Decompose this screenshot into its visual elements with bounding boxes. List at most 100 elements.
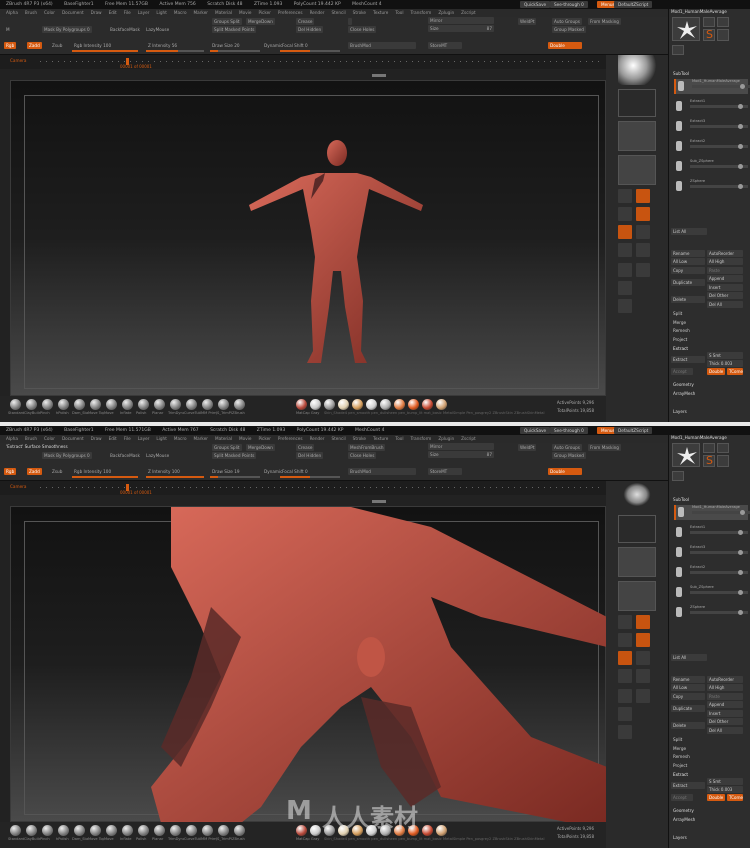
material-swatch[interactable] (408, 399, 419, 410)
timeline[interactable]: Camera 00001 of 00001 (0, 481, 606, 503)
zsub-button[interactable]: Zsub (50, 42, 64, 49)
default-zscript-button[interactable]: DefaultZScript (614, 1, 653, 8)
merge-section[interactable]: Merge (673, 745, 686, 752)
menu-picker[interactable]: Picker (258, 436, 270, 441)
menu-file[interactable]: File (124, 10, 131, 15)
small-tool-thumb[interactable] (672, 471, 684, 481)
brush-dam-standard[interactable] (74, 825, 85, 836)
subtool-item[interactable]: Mod1_HumanMaleAverage (674, 505, 750, 520)
visibility-eye-icon[interactable] (740, 84, 745, 89)
quicksave-button[interactable]: QuickSave (520, 427, 551, 434)
local-button[interactable] (618, 207, 632, 221)
layers-section[interactable]: Layers (673, 408, 687, 415)
split-masked-points-button[interactable]: Split Masked Points (212, 26, 257, 33)
brush-hpolish[interactable] (58, 399, 69, 410)
menu-picker[interactable]: Picker (258, 10, 270, 15)
layers-section[interactable]: Layers (673, 834, 687, 841)
cylinder-thumb[interactable] (717, 443, 729, 453)
brush-trimdynamic[interactable] (170, 399, 181, 410)
rgb-button[interactable]: Rgb (4, 42, 17, 49)
draw-size-slider[interactable]: Draw Size 20 (210, 42, 242, 49)
model-figure[interactable] (11, 81, 607, 397)
lazy-mouse-button[interactable]: LazyMouse (144, 26, 171, 33)
subtool-item[interactable]: Extract3 (674, 119, 748, 134)
see-through-slider[interactable]: See-through 0 (550, 427, 588, 434)
brush-move-topological[interactable] (90, 825, 101, 836)
storemt-button[interactable]: StoreMT (428, 42, 462, 49)
menu-layer[interactable]: Layer (138, 436, 150, 441)
brush-dam-standard[interactable] (74, 399, 85, 410)
transp-button[interactable] (618, 707, 632, 721)
subtool-item[interactable]: Extract2 (674, 139, 748, 154)
append-button[interactable]: Append (707, 701, 743, 708)
scale-button[interactable] (618, 243, 632, 257)
brush-claybuildup[interactable] (26, 825, 37, 836)
viewport-resize-grip[interactable] (372, 74, 386, 77)
focal-shift-track[interactable] (280, 50, 340, 52)
menu-layer[interactable]: Layer (138, 10, 150, 15)
menu-render[interactable]: Render (310, 436, 325, 441)
material-swatch[interactable] (310, 399, 321, 410)
size-slider[interactable]: Size 87 (428, 25, 494, 32)
brush-pinch[interactable] (42, 825, 53, 836)
menu-movie[interactable]: Movie (239, 436, 251, 441)
brush-zbrush[interactable] (234, 399, 245, 410)
groups-split-button[interactable]: Groups Split (212, 18, 242, 25)
menu-file[interactable]: File (124, 436, 131, 441)
del-other-button[interactable]: Del Other (707, 292, 743, 299)
tray-double-button[interactable]: Double (707, 794, 725, 801)
menu-edit[interactable]: Edit (109, 436, 117, 441)
mirror-button[interactable]: Mirror (428, 17, 494, 24)
duplicate-button[interactable]: Duplicate (671, 279, 705, 286)
menu-alpha[interactable]: Alpha (6, 436, 18, 441)
insert-button[interactable]: Insert (707, 284, 743, 291)
merge-down-button[interactable]: MergeDown (246, 444, 275, 451)
visibility-eye-icon[interactable] (740, 510, 745, 515)
subtool-item[interactable]: Sub_ZSphere (674, 159, 748, 174)
brush-standard[interactable] (10, 399, 21, 410)
del-all-button[interactable]: Del All (707, 727, 743, 734)
mask-by-polygroups-slider[interactable]: Mask By Polygroups 0 (42, 26, 92, 33)
auto-groups-button[interactable]: Auto Groups (552, 18, 582, 25)
local-button[interactable] (618, 633, 632, 647)
copy-button[interactable]: Copy (671, 693, 705, 700)
menu-tool[interactable]: Tool (395, 10, 403, 15)
geometry-section[interactable]: Geometry (673, 807, 694, 814)
project-section[interactable]: Project (673, 762, 687, 769)
menu-preferences[interactable]: Preferences (278, 10, 303, 15)
weldpt-button[interactable]: WeldPt (518, 18, 537, 25)
alpha-preview[interactable] (618, 547, 656, 577)
visibility-eye-icon[interactable] (738, 530, 743, 535)
menu-stencil[interactable]: Stencil (331, 10, 345, 15)
extract-section[interactable]: Extract (673, 345, 688, 352)
viewport-canvas[interactable] (10, 80, 606, 396)
brush-zbrush[interactable] (234, 825, 245, 836)
menu-texture[interactable]: Texture (373, 436, 388, 441)
menu-draw[interactable]: Draw (91, 10, 102, 15)
merge-section[interactable]: Merge (673, 319, 686, 326)
material-swatch[interactable] (394, 399, 405, 410)
arraymesh-section[interactable]: ArrayMesh (673, 816, 695, 823)
frame-button[interactable] (618, 225, 632, 239)
rotate-button[interactable] (636, 669, 650, 683)
floor-button[interactable] (636, 189, 650, 203)
thick-slider[interactable]: Thick 0.003 (707, 360, 743, 367)
brush-inflate[interactable] (122, 825, 133, 836)
persp-button[interactable] (618, 615, 632, 629)
menu-zplugin[interactable]: Zplugin (438, 436, 454, 441)
subtool-item[interactable]: Mod1_HumanMaleAverage (674, 79, 750, 94)
list-all-button[interactable]: List All (671, 654, 707, 661)
remesh-section[interactable]: Remesh (673, 327, 690, 334)
menu-movie[interactable]: Movie (239, 10, 251, 15)
tcorne-button[interactable]: TCorne (727, 368, 743, 375)
texture-preview[interactable] (618, 155, 656, 185)
menu-zscript[interactable]: Zscript (461, 10, 476, 15)
zadd-button[interactable]: Zadd (27, 468, 42, 475)
draw-size-slider[interactable]: Draw Size 19 (210, 468, 242, 475)
matcap-preview[interactable] (618, 481, 656, 511)
polyf-button[interactable] (636, 689, 650, 703)
split-section[interactable]: Split (673, 736, 682, 743)
brush-js-trimplanes[interactable] (218, 825, 229, 836)
extract-button[interactable]: Extract (671, 782, 705, 789)
extract-button[interactable]: Extract (671, 356, 705, 363)
